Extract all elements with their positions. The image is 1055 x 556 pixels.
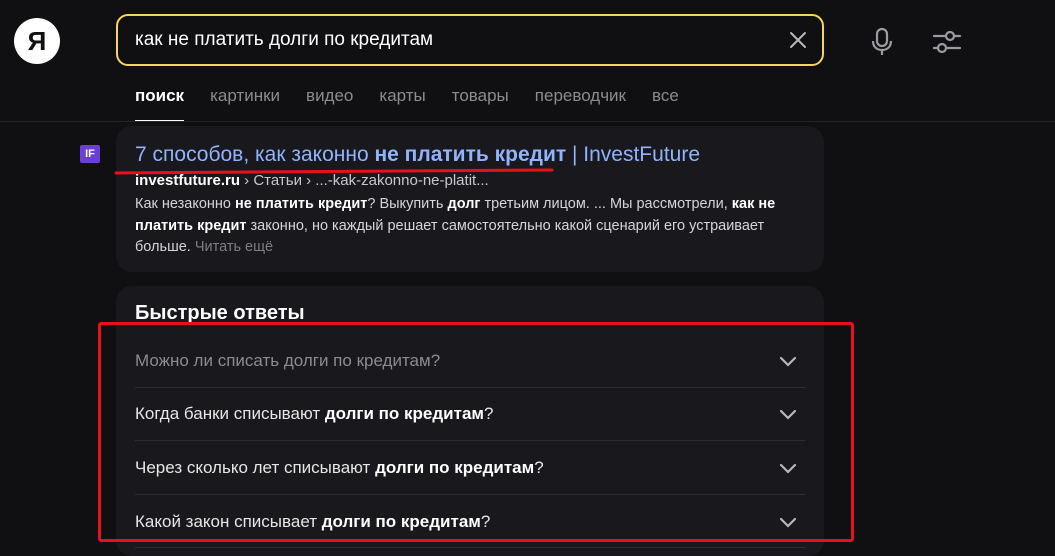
faq-item[interactable]: Можно ли списать долги по кредитам? (135, 334, 805, 387)
header-divider (0, 121, 1055, 122)
chevron-down-icon (779, 409, 797, 420)
snippet-highlight: долг (447, 196, 481, 212)
clear-button[interactable] (774, 16, 822, 64)
faq-question: Какой закон списывает долги по кредитам? (135, 511, 491, 531)
faq-question: Через сколько лет списывают долги по кре… (135, 457, 544, 477)
search-settings-button[interactable] (930, 26, 964, 58)
result-title-prefix: 7 способов, как законно (135, 143, 375, 166)
yandex-logo[interactable]: Я (14, 18, 60, 64)
close-icon (790, 32, 806, 48)
result-url[interactable]: investfuture.ru › Статьи › ...-kak-zakon… (135, 172, 489, 189)
tab-images[interactable]: картинки (210, 86, 280, 122)
read-more-link[interactable]: Читать ещё (195, 239, 273, 255)
faq-question: Когда банки списывают долги по кредитам? (135, 403, 494, 423)
snippet-part: Как незаконно (135, 196, 236, 212)
faq-item[interactable]: Какой закон списывает долги по кредитам? (135, 495, 805, 548)
result-title-suffix: | InvestFuture (566, 143, 701, 166)
snippet-part: ? Выкупить (367, 196, 448, 212)
result-path: › Статьи › ...-kak-zakonno-ne-platit... (240, 172, 489, 189)
tab-maps[interactable]: карты (379, 86, 425, 122)
snippet-part: третьим лицом. ... Мы рассмотрели, (480, 196, 732, 212)
search-input[interactable] (118, 28, 774, 52)
tab-video[interactable]: видео (306, 86, 353, 122)
chevron-down-icon (779, 356, 797, 367)
result-snippet: Как незаконно не платить кредит? Выкупит… (135, 194, 815, 259)
result-domain: investfuture.ru (135, 172, 241, 189)
tab-all[interactable]: все (652, 86, 679, 122)
voice-search-button[interactable] (866, 26, 898, 58)
faq-divider (135, 547, 805, 548)
tab-products[interactable]: товары (452, 86, 509, 122)
chevron-down-icon (779, 463, 797, 474)
microphone-icon (871, 27, 893, 55)
result-title-link[interactable]: 7 способов, как законно не платить креди… (135, 143, 700, 167)
faq-item[interactable]: Через сколько лет списывают долги по кре… (135, 441, 805, 494)
tab-translator[interactable]: переводчик (535, 86, 626, 122)
faq-question: Можно ли списать долги по кредитам? (135, 350, 441, 370)
search-box[interactable] (116, 14, 824, 66)
chevron-down-icon (779, 517, 797, 528)
site-favicon: IF (80, 145, 100, 163)
faq-item[interactable]: Когда банки списывают долги по кредитам? (135, 387, 805, 440)
result-title-highlight: не платить кредит (374, 143, 567, 166)
quick-answers-title: Быстрые ответы (135, 302, 305, 324)
search-tabs: поиск картинки видео карты товары перево… (135, 86, 705, 122)
snippet-highlight: не платить кредит (235, 196, 368, 212)
tab-search[interactable]: поиск (135, 86, 185, 122)
sliders-icon (932, 30, 962, 54)
